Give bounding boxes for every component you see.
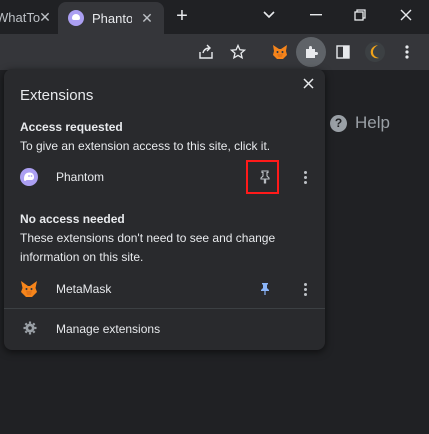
tab-label: WhatTo — [0, 9, 41, 25]
tab-search-button[interactable] — [257, 4, 281, 26]
help-icon: ? — [330, 114, 347, 132]
tab-phantom[interactable]: Phanto ✕ — [58, 2, 164, 34]
minimize-button[interactable] — [304, 4, 328, 26]
close-tab-icon[interactable]: ✕ — [36, 8, 54, 26]
phantom-favicon-icon — [68, 10, 84, 26]
no-access-heading: No access needed — [20, 212, 125, 226]
tab-strip: WhatTo ✕ Phanto ✕ + — [0, 0, 429, 34]
divider — [4, 308, 325, 309]
phantom-icon — [20, 168, 38, 186]
extension-more-icon[interactable] — [300, 280, 310, 298]
close-icon[interactable] — [298, 73, 318, 93]
help-label: Help — [355, 113, 390, 132]
help-link[interactable]: ? Help — [330, 113, 390, 133]
extensions-popup: Extensions Access requested To give an e… — [4, 69, 325, 350]
share-icon[interactable] — [194, 40, 218, 64]
new-tab-button[interactable]: + — [172, 5, 192, 27]
access-requested-heading: Access requested — [20, 120, 123, 134]
manage-extensions-label: Manage extensions — [56, 322, 161, 336]
tab-label: Phanto — [92, 10, 132, 26]
side-panel-icon[interactable] — [331, 40, 355, 64]
pinned-icon[interactable] — [256, 280, 274, 298]
manage-extensions-button[interactable]: Manage extensions — [20, 319, 310, 341]
close-window-button[interactable] — [394, 4, 418, 26]
profile-avatar-icon[interactable] — [363, 40, 387, 64]
metamask-icon — [20, 280, 38, 298]
browser-toolbar — [0, 34, 429, 70]
extension-name: MetaMask — [56, 282, 112, 296]
puzzle-icon[interactable] — [299, 40, 323, 64]
bookmark-star-icon[interactable] — [226, 40, 250, 64]
pin-highlight-annotation — [246, 160, 279, 194]
popup-title: Extensions — [20, 87, 94, 104]
no-access-description: These extensions don't need to see and c… — [20, 231, 276, 264]
extension-name: Phantom — [56, 170, 105, 184]
access-requested-description: To give an extension access to this site… — [20, 139, 271, 153]
restore-button[interactable] — [348, 4, 372, 26]
close-tab-icon[interactable]: ✕ — [138, 9, 156, 27]
extension-more-icon[interactable] — [300, 168, 310, 186]
metamask-toolbar-icon[interactable] — [268, 40, 292, 64]
extension-row-metamask[interactable]: MetaMask — [20, 277, 315, 301]
kebab-icon[interactable] — [395, 40, 419, 64]
gear-icon — [23, 321, 37, 338]
